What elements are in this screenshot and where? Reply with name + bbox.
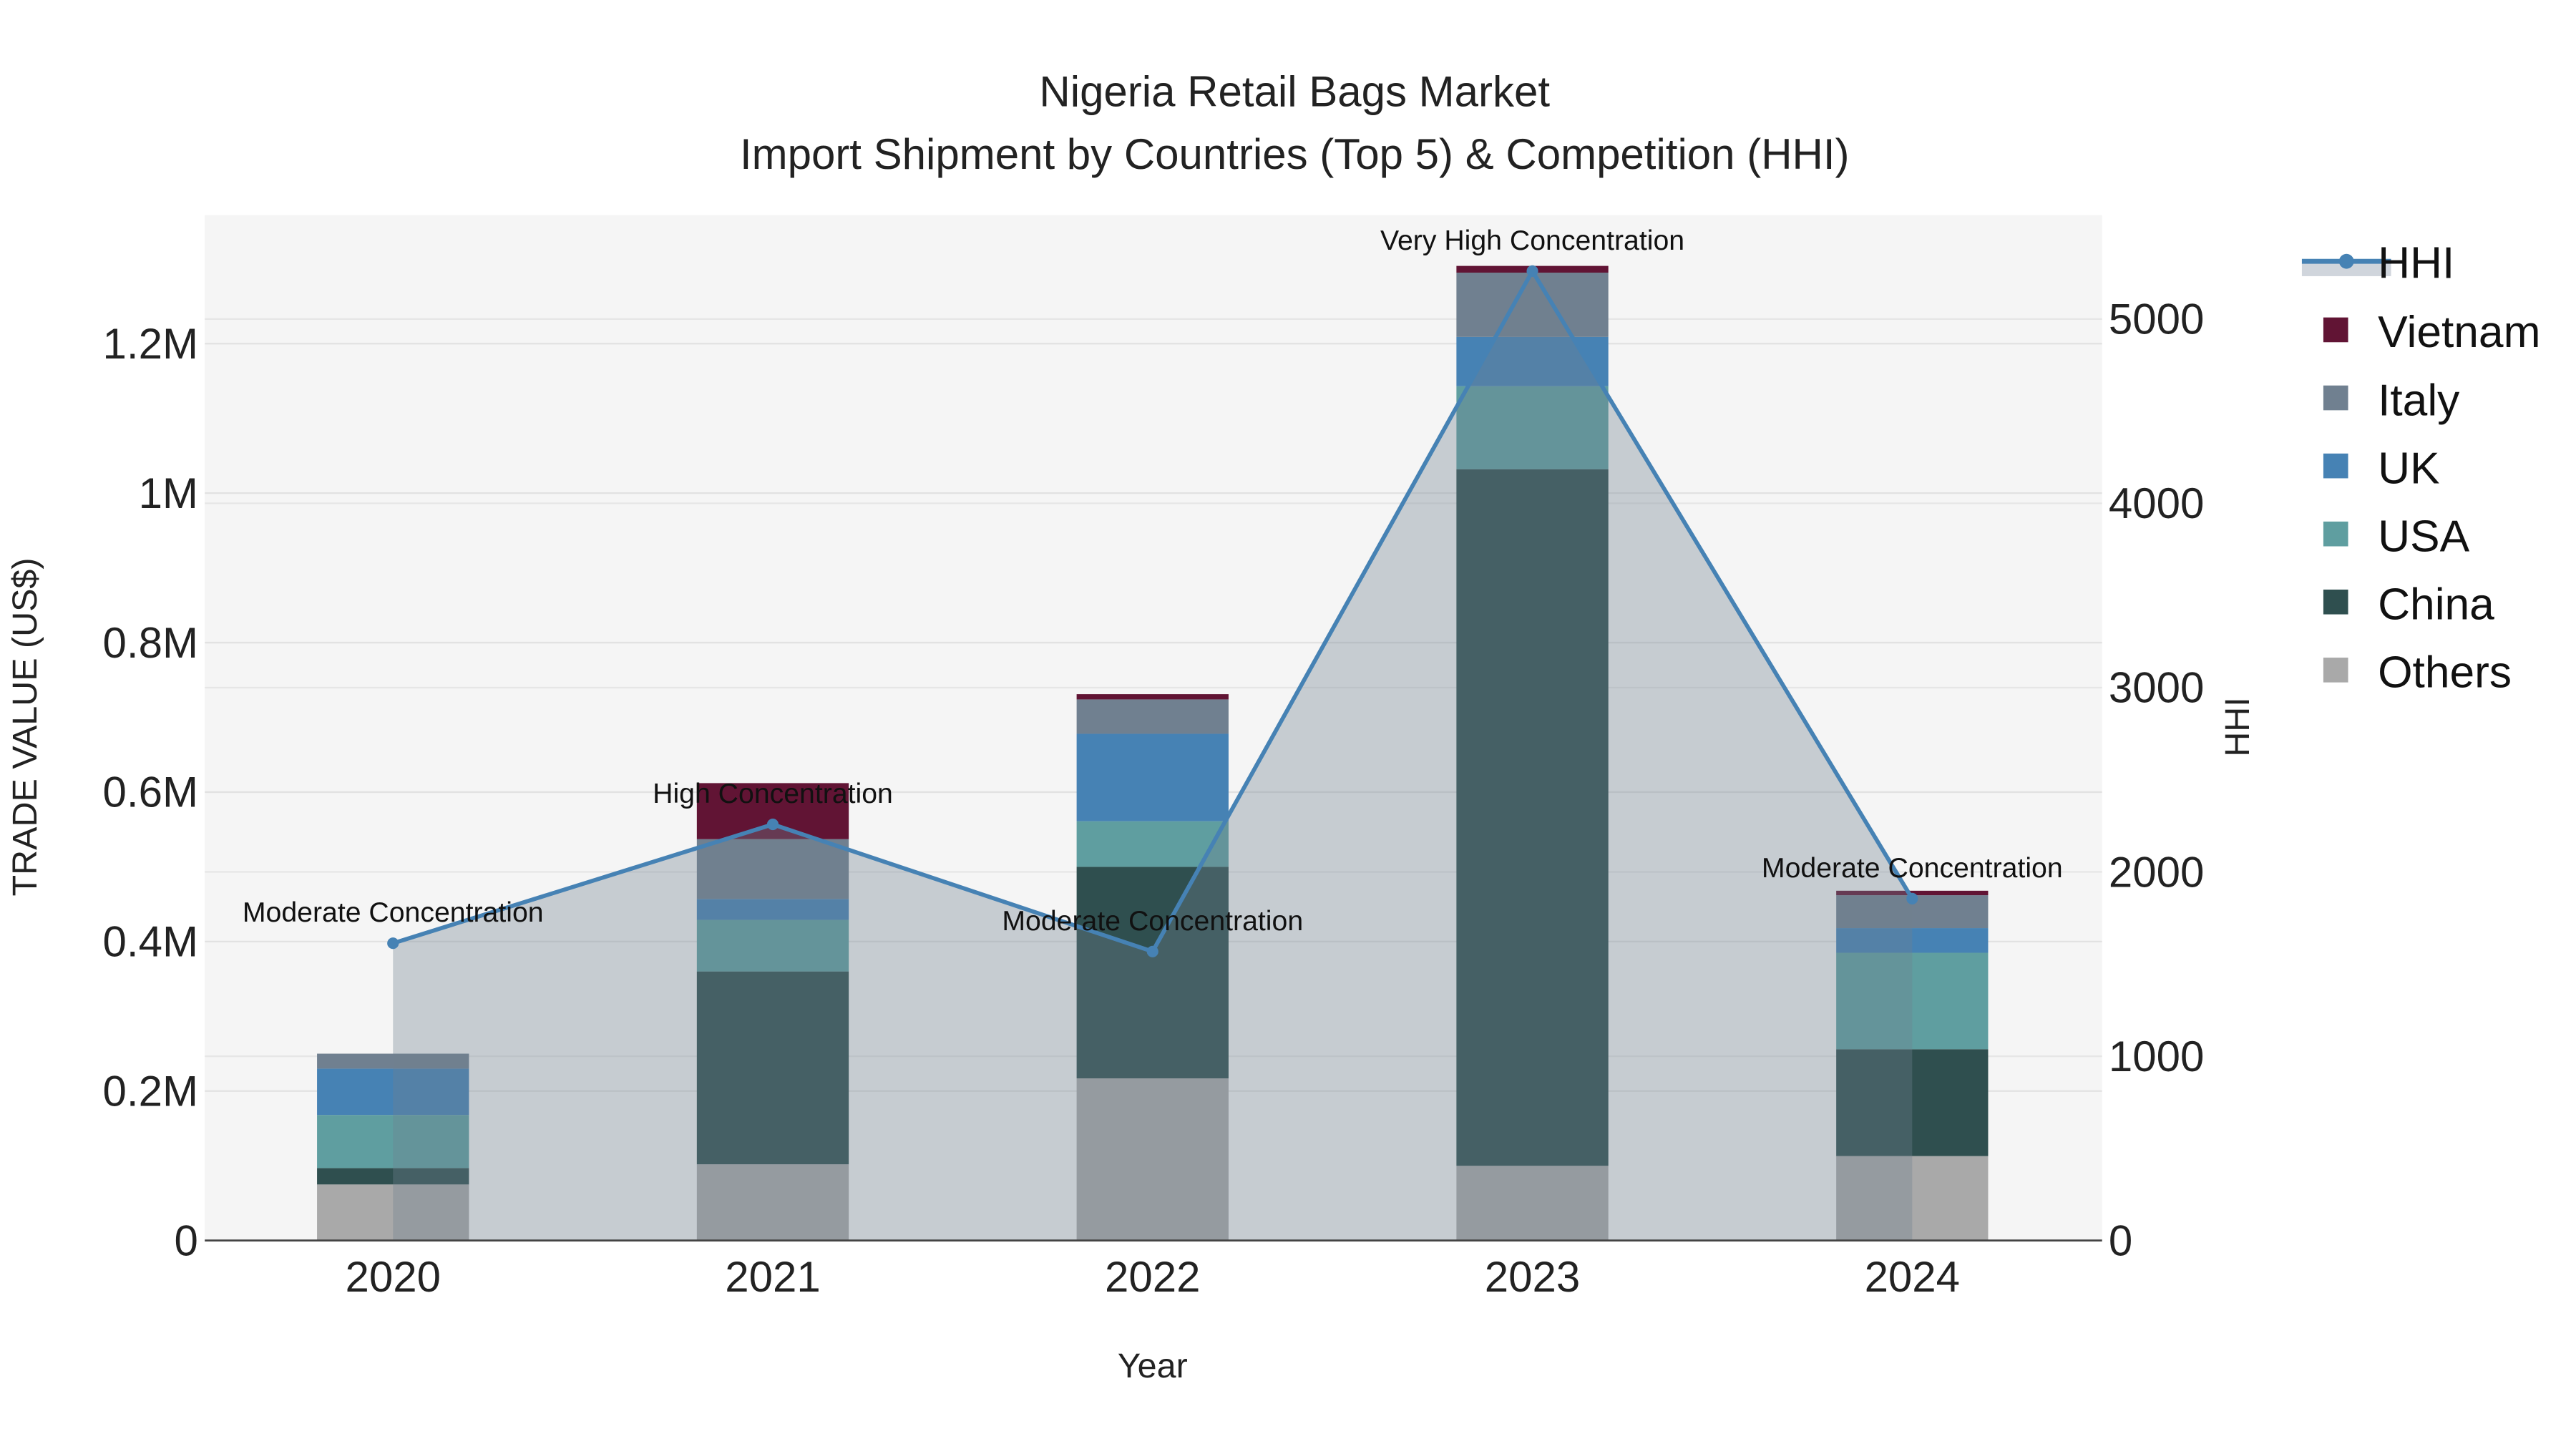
y2-tick-label: 1000 xyxy=(2109,1033,2204,1080)
legend-swatch-china xyxy=(2323,589,2348,615)
hhi-point-2023[interactable] xyxy=(1526,265,1538,277)
hhi-annotation: High Concentration xyxy=(653,778,893,809)
legend-label-china[interactable]: China xyxy=(2378,580,2494,629)
legend-label-others[interactable]: Others xyxy=(2378,648,2512,698)
y-tick-label: 0 xyxy=(175,1216,198,1264)
y-tick-label: 0.2M xyxy=(103,1068,198,1116)
x-tick-label: 2024 xyxy=(1865,1253,1960,1301)
legend-label-hhi[interactable]: HHI xyxy=(2378,238,2454,288)
bar-uk-2022[interactable] xyxy=(1076,733,1229,821)
legend-swatch-italy xyxy=(2323,385,2348,411)
hhi-point-2021[interactable] xyxy=(766,819,779,831)
y-tick-label: 0.8M xyxy=(103,619,198,667)
hhi-annotation: Moderate Concentration xyxy=(1002,905,1303,937)
y-tick-label: 1M xyxy=(139,469,198,517)
x-tick-label: 2020 xyxy=(345,1253,440,1301)
legend-label-usa[interactable]: USA xyxy=(2378,512,2470,561)
chart-title: Nigeria Retail Bags Market xyxy=(1039,67,1550,115)
legend-swatch-usa xyxy=(2323,521,2348,547)
y2-tick-label: 5000 xyxy=(2109,296,2204,343)
legend-label-italy[interactable]: Italy xyxy=(2378,376,2460,425)
hhi-annotation: Moderate Concentration xyxy=(243,897,544,928)
hhi-annotation: Very High Concentration xyxy=(1380,225,1684,256)
hhi-point-2024[interactable] xyxy=(1906,892,1918,904)
y-tick-label: 0.4M xyxy=(103,918,198,966)
bar-vietnam-2022[interactable] xyxy=(1076,694,1229,700)
y2-axis-title: HHI xyxy=(2218,697,2257,756)
hhi-annotation: Moderate Concentration xyxy=(1762,852,2063,884)
chart-subtitle: Import Shipment by Countries (Top 5) & C… xyxy=(740,130,1850,178)
y2-tick-label: 0 xyxy=(2109,1216,2132,1264)
y2-tick-label: 2000 xyxy=(2109,848,2204,896)
x-tick-label: 2022 xyxy=(1105,1253,1200,1301)
bar-italy-2022[interactable] xyxy=(1076,699,1229,734)
legend-label-vietnam[interactable]: Vietnam xyxy=(2378,308,2540,357)
legend-swatch-others xyxy=(2323,658,2348,683)
hhi-point-2020[interactable] xyxy=(387,937,399,950)
y-tick-label: 0.6M xyxy=(103,769,198,816)
x-axis-title: Year xyxy=(1118,1347,1188,1385)
x-tick-label: 2023 xyxy=(1485,1253,1580,1301)
hhi-point-2022[interactable] xyxy=(1146,945,1158,957)
y-tick-label: 1.2M xyxy=(103,320,198,368)
legend-swatch-vietnam xyxy=(2323,317,2348,343)
chart: Moderate Concentration High Concentration… xyxy=(6,67,2541,1385)
y-axis-title: TRADE VALUE (US$) xyxy=(6,557,44,896)
legend-label-uk[interactable]: UK xyxy=(2378,444,2440,493)
legend-hhi-marker-icon xyxy=(2338,253,2354,269)
y2-tick-label: 3000 xyxy=(2109,664,2204,712)
x-tick-label: 2021 xyxy=(725,1253,820,1301)
legend-swatch-uk xyxy=(2323,453,2348,479)
y2-tick-label: 4000 xyxy=(2109,479,2204,527)
